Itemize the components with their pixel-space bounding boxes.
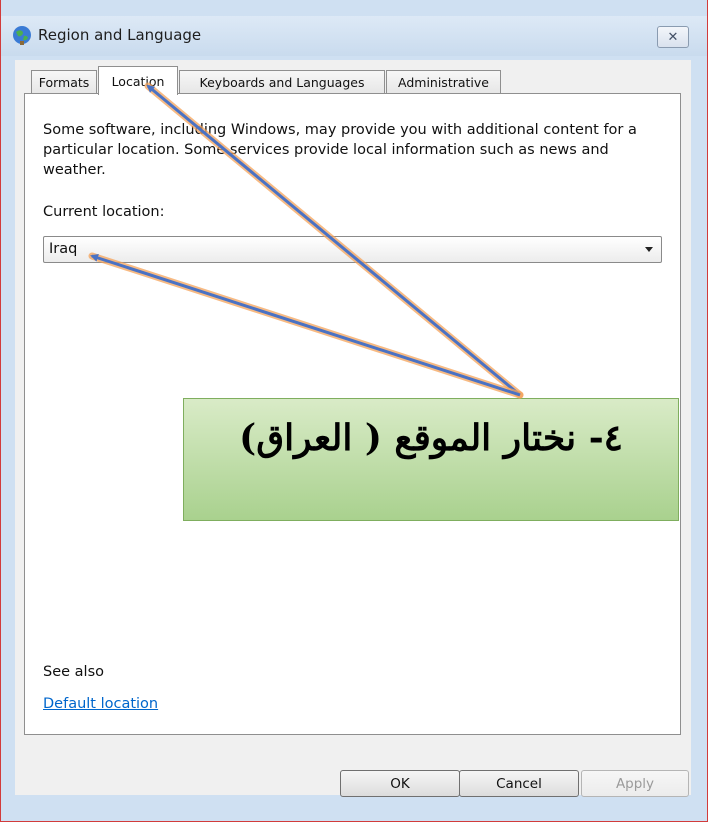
chevron-down-icon[interactable] <box>645 247 653 252</box>
tab-keyboards-and-languages[interactable]: Keyboards and Languages <box>179 70 385 94</box>
tab-location[interactable]: Location <box>98 66 178 95</box>
tab-administrative[interactable]: Administrative <box>386 70 501 94</box>
current-location-value: Iraq <box>49 241 78 257</box>
apply-button[interactable]: Apply <box>581 770 689 797</box>
cancel-button[interactable]: Cancel <box>459 770 579 797</box>
title-bar: Region and Language ✕ <box>1 16 707 56</box>
callout-text: ٤- نختار الموقع ( العراق) <box>239 417 623 459</box>
current-location-dropdown[interactable]: Iraq <box>43 236 662 263</box>
globe-icon <box>13 26 31 45</box>
location-description: Some software, including Windows, may pr… <box>43 122 637 178</box>
annotation-callout: ٤- نختار الموقع ( العراق) <box>183 398 679 521</box>
tab-formats[interactable]: Formats <box>31 70 97 94</box>
current-location-label: Current location: <box>43 204 165 220</box>
window-title: Region and Language <box>38 26 202 44</box>
close-button[interactable]: ✕ <box>657 26 689 48</box>
see-also-label: See also <box>43 664 104 680</box>
default-location-link[interactable]: Default location <box>43 696 158 712</box>
ok-button[interactable]: OK <box>340 770 460 797</box>
close-icon: ✕ <box>667 29 679 45</box>
